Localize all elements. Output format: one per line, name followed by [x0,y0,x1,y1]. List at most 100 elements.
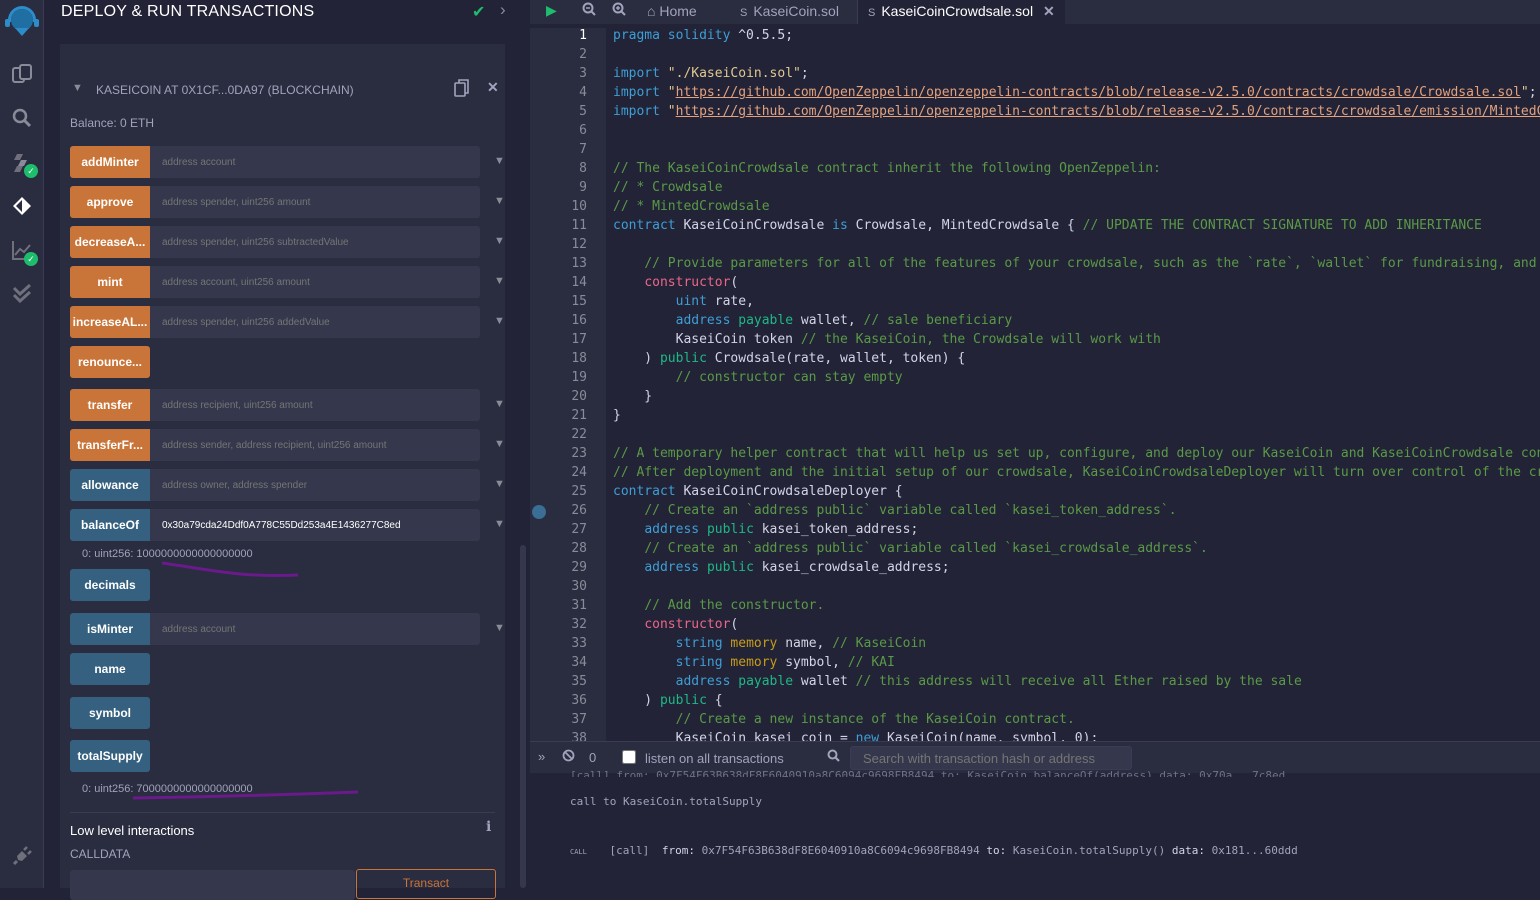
code-line[interactable]: 23 // A temporary helper contract that wi… [530,446,1540,465]
function-button[interactable]: totalSupply [70,740,150,772]
tab-kaseicoin-sol[interactable]: S KaseiCoin.sol [740,0,839,24]
code-line[interactable]: 8 // The KaseiCoinCrowdsale contract inhe… [530,161,1540,180]
function-button[interactable]: transfer [70,389,150,421]
code-line[interactable]: 14 constructor( [530,275,1540,294]
close-tab-icon[interactable]: ✕ [1043,3,1055,19]
function-button[interactable]: renounce... [70,346,150,378]
analysis-icon[interactable]: ✓ [8,236,38,266]
code-line[interactable]: 2 [530,47,1540,66]
code-line[interactable]: 35 address payable wallet // this addres… [530,674,1540,693]
function-args-input[interactable] [150,226,480,258]
function-args-input[interactable] [150,306,480,338]
code-editor[interactable]: 1 pragma solidity ^0.5.5; 2 3 import "./Kase… [530,28,1540,741]
deploy-run-icon[interactable] [8,192,36,220]
function-args-input[interactable] [150,266,480,298]
clear-console-icon[interactable] [562,749,575,767]
function-button[interactable]: addMinter [70,146,150,178]
chevron-down-icon[interactable]: ▼ [72,82,83,94]
expand-chevron-icon[interactable]: ▼ [494,195,505,207]
code-line[interactable]: 6 [530,123,1540,142]
zoom-out-icon[interactable] [582,2,596,19]
code-line[interactable]: 37 // Create a new instance of the Kasei… [530,712,1540,731]
code-line[interactable]: 31 // Add the constructor. [530,598,1540,617]
code-line[interactable]: 22 [530,427,1540,446]
copy-icon[interactable] [454,79,470,97]
function-args-input[interactable] [150,186,480,218]
expand-chevron-icon[interactable]: ▼ [494,315,505,327]
code-line[interactable]: 13 // Provide parameters for all of the … [530,256,1540,275]
close-icon[interactable]: ✕ [487,79,499,96]
code-line[interactable]: 24 // After deployment and the initial se… [530,465,1540,484]
zoom-in-icon[interactable] [612,2,626,19]
code-line[interactable]: 21} [530,408,1540,427]
code-line[interactable]: 20 } [530,389,1540,408]
search-icon[interactable] [8,104,36,132]
terminal-log-entry[interactable]: [call] from: 0x7F54F63B638dF8E6040910a8C… [570,769,1530,777]
function-args-input[interactable] [150,389,480,421]
code-line[interactable]: 18 ) public Crowdsale(rate, wallet, toke… [530,351,1540,370]
function-button[interactable]: symbol [70,697,150,729]
expand-chevron-icon[interactable]: ▼ [494,518,505,530]
code-line[interactable]: 16 address payable wallet, // sale benef… [530,313,1540,332]
collapse-terminal-icon[interactable]: » [538,749,545,764]
tab-kaseicoincrowdsale-sol[interactable]: S KaseiCoinCrowdsale.sol ✕ [857,0,1065,24]
run-icon[interactable]: ▶ [546,2,557,19]
file-explorer-icon[interactable] [8,60,36,88]
code-line[interactable]: 7 [530,142,1540,161]
info-icon[interactable]: i [486,819,491,835]
function-button[interactable]: increaseAL... [70,306,150,338]
expand-chevron-icon[interactable]: ▼ [494,438,505,450]
function-button[interactable]: balanceOf [70,509,150,541]
transaction-search-input[interactable] [850,746,1132,770]
listen-all-checkbox[interactable] [622,750,636,764]
code-line[interactable]: 17 KaseiCoin token // the KaseiCoin, the… [530,332,1540,351]
code-line[interactable]: 36 ) public { [530,693,1540,712]
function-button[interactable]: decimals [70,569,150,601]
code-line[interactable]: 29 address public kasei_crowdsale_addres… [530,560,1540,579]
code-line[interactable]: 28 // Create an `address public` variabl… [530,541,1540,560]
tab-home[interactable]: ⌂ Home [647,0,697,24]
code-line[interactable]: 30 [530,579,1540,598]
calldata-input[interactable] [70,870,355,900]
code-line[interactable]: 32 constructor( [530,617,1540,636]
function-button[interactable]: mint [70,266,150,298]
expand-chevron-icon[interactable]: ▼ [494,622,505,634]
expand-chevron-icon[interactable]: ▼ [494,398,505,410]
remix-logo-icon[interactable] [2,2,42,38]
terminal-log-entry[interactable]: CALL [call] from: 0x7F54F63B638dF8E60409… [570,844,1298,857]
function-args-input[interactable] [150,613,480,645]
code-line[interactable]: 26 // Create an `address public` variabl… [530,503,1540,522]
expand-chevron-icon[interactable]: ▼ [494,155,505,167]
plugin-manager-icon[interactable] [8,842,36,870]
function-args-input[interactable] [150,509,480,541]
function-button[interactable]: allowance [70,469,150,501]
code-line[interactable]: 33 string memory name, // KaseiCoin [530,636,1540,655]
function-args-input[interactable] [150,146,480,178]
code-line[interactable]: 38 KaseiCoin kasei_coin = new KaseiCoin(… [530,731,1540,741]
code-line[interactable]: 5 import "https://github.com/OpenZeppelin… [530,104,1540,123]
expand-chevron-icon[interactable]: ▼ [494,478,505,490]
function-button[interactable]: isMinter [70,613,150,645]
code-line[interactable]: 9 // * Crowdsale [530,180,1540,199]
instance-header[interactable]: ▼ KASEICOIN AT 0X1CF...0DA97 (BLOCKCHAIN… [60,70,505,108]
code-line[interactable]: 34 string memory symbol, // KAI [530,655,1540,674]
code-line[interactable]: 27 address public kasei_token_address; [530,522,1540,541]
code-line[interactable]: 10 // * MintedCrowdsale [530,199,1540,218]
code-line[interactable]: 3 import "./KaseiCoin.sol"; [530,66,1540,85]
code-line[interactable]: 1 pragma solidity ^0.5.5; [530,28,1540,47]
code-line[interactable]: 25 contract KaseiCoinCrowdsaleDeployer { [530,484,1540,503]
code-line[interactable]: 11 contract KaseiCoinCrowdsale is Crowdsa… [530,218,1540,237]
transact-button[interactable]: Transact [356,869,496,899]
panel-scrollbar[interactable] [520,545,526,888]
expand-chevron-icon[interactable]: ▼ [494,235,505,247]
expand-chevron-icon[interactable]: ▼ [494,275,505,287]
unit-testing-icon[interactable] [8,280,36,308]
code-line[interactable]: 19 // constructor can stay empty [530,370,1540,389]
function-button[interactable]: decreaseA... [70,226,150,258]
function-button[interactable]: transferFr... [70,429,150,461]
code-line[interactable]: 12 [530,237,1540,256]
function-button[interactable]: approve [70,186,150,218]
solidity-compiler-icon[interactable]: ✓ [8,148,38,178]
code-line[interactable]: 4 import "https://github.com/OpenZeppelin… [530,85,1540,104]
code-line[interactable]: 15 uint rate, [530,294,1540,313]
